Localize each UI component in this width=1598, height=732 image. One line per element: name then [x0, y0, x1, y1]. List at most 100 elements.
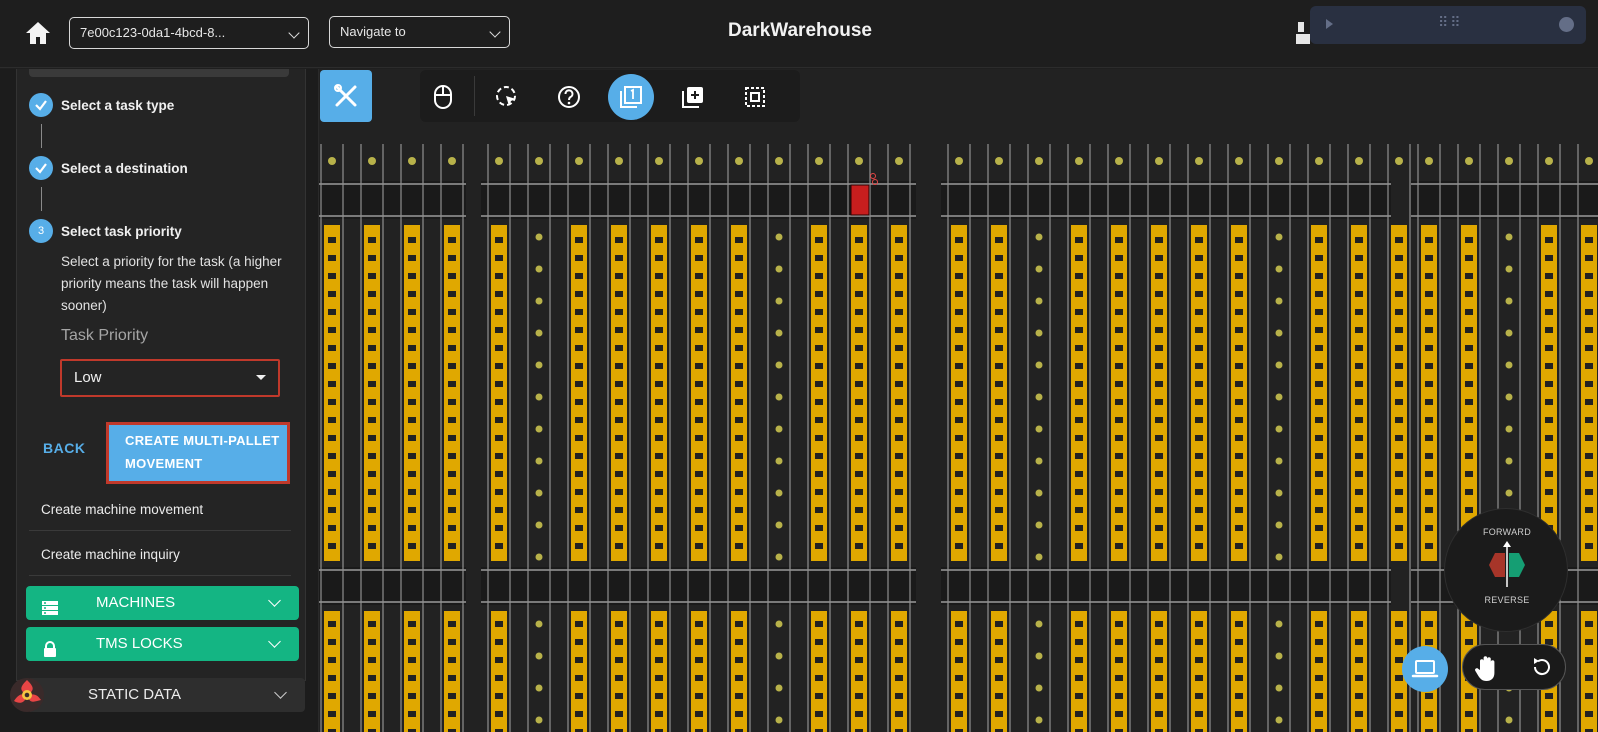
pallet-gap	[1425, 453, 1433, 459]
pallet-gap	[1465, 255, 1473, 261]
pallet-gap	[448, 453, 456, 459]
pallet-gap	[328, 489, 336, 495]
pallet-gap	[735, 507, 743, 513]
location-marker	[1275, 652, 1283, 660]
pan-reset-group	[1462, 644, 1566, 690]
create-machine-inquiry-item[interactable]: Create machine inquiry	[29, 534, 291, 576]
pallet-gap	[1315, 639, 1323, 645]
location-marker	[1275, 716, 1283, 724]
machines-accordion[interactable]: MACHINES	[26, 586, 299, 620]
pallet-gap	[1075, 363, 1083, 369]
mouse-icon[interactable]	[420, 74, 466, 120]
select-cursor-icon[interactable]	[484, 74, 530, 120]
react-query-devtools-logo[interactable]	[8, 676, 46, 714]
location-marker	[1505, 157, 1513, 165]
pallet-gap	[575, 345, 583, 351]
location-marker	[1505, 233, 1513, 241]
pallet-gap	[448, 237, 456, 243]
toolbar-divider	[474, 76, 475, 116]
location-marker	[1505, 393, 1513, 401]
warehouse-floor-map[interactable]	[316, 69, 1598, 732]
location-marker	[1035, 620, 1043, 628]
area-select-icon[interactable]	[732, 74, 778, 120]
pallet-gap	[655, 543, 663, 549]
pallet-gap	[895, 345, 903, 351]
pallet-gap	[895, 363, 903, 369]
pallet-gap	[448, 291, 456, 297]
pallet-gap	[695, 453, 703, 459]
warehouse-select[interactable]: 7e00c123-0da1-4bcd-8...	[69, 17, 309, 49]
pallet-gap	[895, 399, 903, 405]
pallet-gap	[575, 471, 583, 477]
pallet-gap	[955, 309, 963, 315]
pallet-gap	[1355, 327, 1363, 333]
pallet-gap	[815, 507, 823, 513]
pallet-gap	[1155, 639, 1163, 645]
location-marker	[535, 457, 543, 465]
pallet-gap	[1075, 693, 1083, 699]
home-icon[interactable]	[24, 20, 52, 46]
location-marker	[1585, 157, 1593, 165]
pallet-gap	[1155, 711, 1163, 717]
back-button[interactable]: BACK	[43, 440, 85, 456]
pallet-gap	[1315, 291, 1323, 297]
floating-devtools-toolbar[interactable]: ⠿⠿	[1310, 6, 1586, 44]
pallet-gap	[1395, 507, 1403, 513]
location-marker	[1275, 329, 1283, 337]
pallet-gap	[1545, 273, 1553, 279]
step-task-type[interactable]: Select a task type	[29, 93, 174, 117]
pallet-gap	[1155, 327, 1163, 333]
static-data-accordion[interactable]: STATIC DATA	[30, 678, 305, 712]
pallet-gap	[328, 471, 336, 477]
create-multi-pallet-movement-button[interactable]: CREATE MULTI-PALLET MOVEMENT	[106, 422, 290, 484]
direction-compass[interactable]: FORWARD REVERSE	[1444, 508, 1568, 632]
laptop-view-button[interactable]	[1402, 646, 1448, 692]
pallet-gap	[615, 543, 623, 549]
pallet-gap	[495, 453, 503, 459]
add-selection-icon[interactable]	[670, 74, 716, 120]
pallet-gap	[995, 309, 1003, 315]
pallet-gap	[1545, 381, 1553, 387]
play-icon[interactable]	[1326, 19, 1333, 29]
pallet-gap	[895, 525, 903, 531]
search-icon[interactable]	[1559, 17, 1574, 32]
pallet-gap	[1315, 693, 1323, 699]
pallet-gap	[735, 621, 743, 627]
collapsed-section-strip[interactable]	[29, 69, 289, 77]
pallet-gap	[408, 255, 416, 261]
task-priority-select[interactable]: Low	[60, 359, 280, 397]
pallet-gap	[815, 711, 823, 717]
help-icon[interactable]	[546, 74, 592, 120]
single-select-icon[interactable]	[608, 74, 654, 120]
location-marker	[775, 297, 783, 305]
pallet-gap	[1585, 489, 1593, 495]
laptop-icon	[1411, 660, 1439, 678]
location-marker	[655, 157, 663, 165]
location-marker	[815, 157, 823, 165]
location-marker	[995, 157, 1003, 165]
step-priority[interactable]: 3 Select task priority	[29, 219, 182, 243]
tms-locks-accordion[interactable]: TMS LOCKS	[26, 627, 299, 661]
create-machine-movement-item[interactable]: Create machine movement	[29, 489, 291, 531]
step-destination[interactable]: Select a destination	[29, 156, 188, 180]
pallet-gap	[328, 621, 336, 627]
user-icon[interactable]	[1296, 22, 1310, 44]
pallet-gap	[1315, 327, 1323, 333]
pallet-gap	[695, 381, 703, 387]
pallet-gap	[495, 489, 503, 495]
navigate-select[interactable]: Navigate to	[329, 16, 510, 48]
pallet-gap	[1115, 621, 1123, 627]
pallet-gap	[735, 471, 743, 477]
location-marker	[535, 716, 543, 724]
pallet-gap	[1425, 291, 1433, 297]
pallet-gap	[1075, 621, 1083, 627]
pallet-gap	[995, 273, 1003, 279]
pallet-gap	[615, 675, 623, 681]
pallet-gap	[1465, 639, 1473, 645]
pallet-gap	[655, 489, 663, 495]
hand-pan-icon[interactable]	[1469, 650, 1505, 686]
pallet-gap	[855, 273, 863, 279]
tools-button[interactable]	[320, 70, 372, 122]
reset-rotation-icon[interactable]	[1529, 655, 1553, 679]
drag-handle-icon[interactable]: ⠿⠿	[1438, 15, 1463, 29]
